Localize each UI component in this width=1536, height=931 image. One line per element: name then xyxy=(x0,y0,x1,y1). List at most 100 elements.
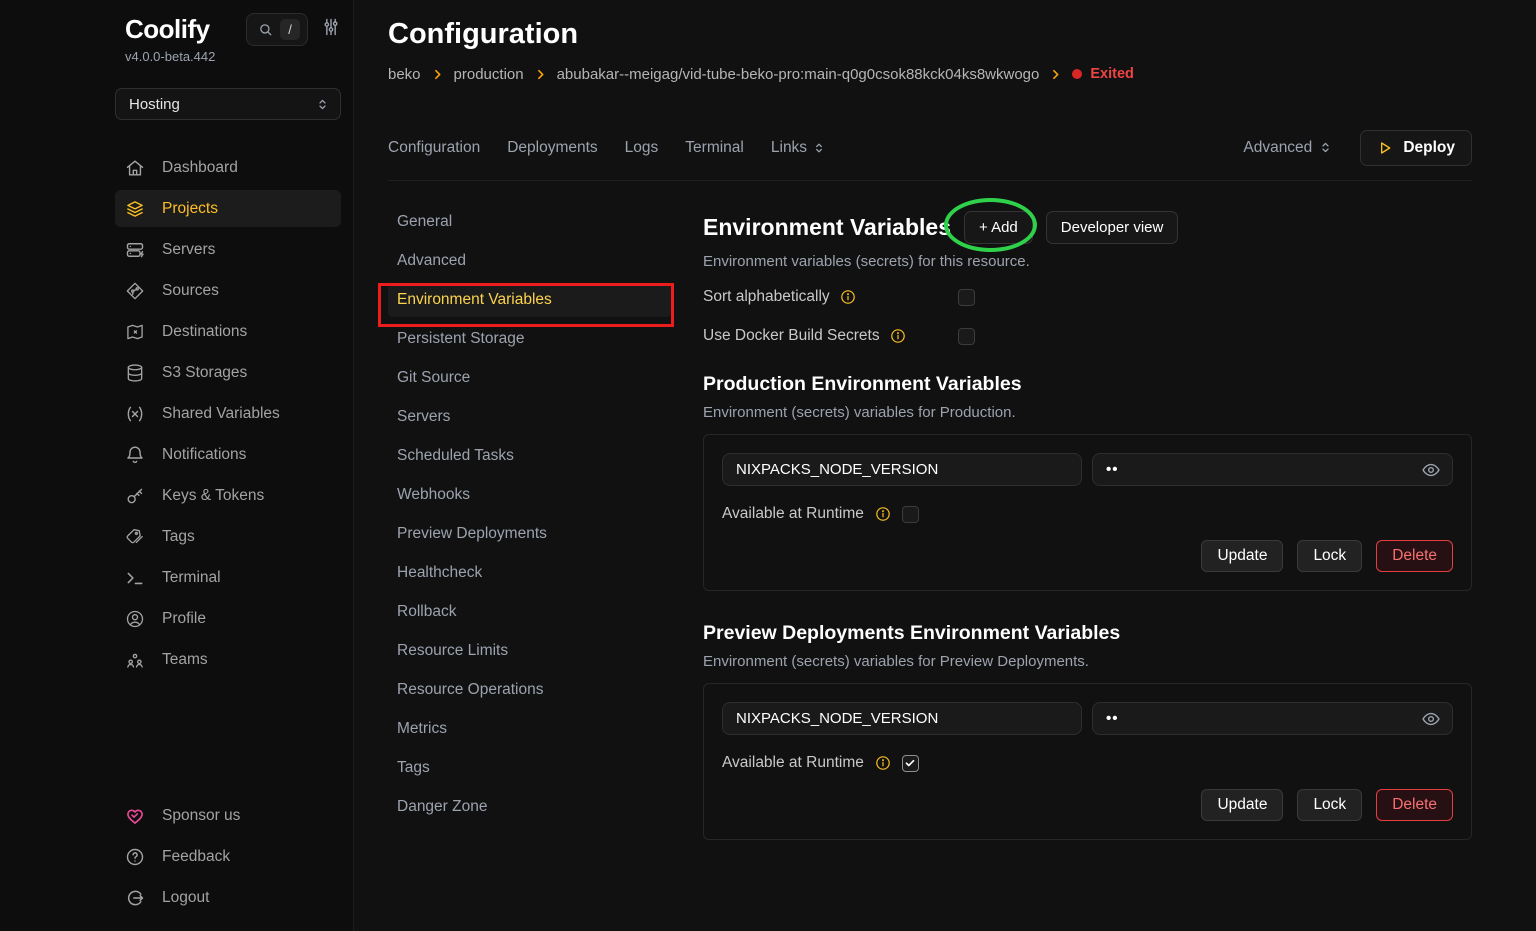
sidebar-item-dashboard[interactable]: Dashboard xyxy=(115,149,341,186)
sidebar-footer: Sponsor us Feedback Logout xyxy=(115,797,341,920)
env-value-input[interactable]: •• xyxy=(1092,453,1453,486)
env-key-input[interactable] xyxy=(722,702,1082,735)
sidebar-item-logout[interactable]: Logout xyxy=(115,879,341,916)
lock-button[interactable]: Lock xyxy=(1297,540,1362,572)
tab-configuration[interactable]: Configuration xyxy=(388,139,480,157)
subnav-scheduled-tasks[interactable]: Scheduled Tasks xyxy=(388,439,672,473)
delete-button[interactable]: Delete xyxy=(1376,540,1453,572)
app-version: v4.0.0-beta.442 xyxy=(115,49,341,64)
terminal-icon xyxy=(125,568,145,588)
chevron-updown-icon xyxy=(315,97,330,112)
docker-build-secrets-checkbox[interactable] xyxy=(958,328,975,345)
sidebar-item-tags[interactable]: Tags xyxy=(115,518,341,555)
available-at-runtime-label: Available at Runtime xyxy=(722,505,864,523)
tag-icon xyxy=(125,527,145,547)
sidebar-item-s3-storages[interactable]: S3 Storages xyxy=(115,354,341,391)
production-env-subtitle: Environment (secrets) variables for Prod… xyxy=(703,404,1472,421)
info-icon xyxy=(890,328,906,344)
info-icon xyxy=(875,755,891,771)
subnav-preview-deployments[interactable]: Preview Deployments xyxy=(388,517,672,551)
status-dot-icon xyxy=(1072,69,1082,79)
sidebar-item-notifications[interactable]: Notifications xyxy=(115,436,341,473)
chevron-updown-icon xyxy=(812,141,826,155)
chevron-right-icon xyxy=(534,68,547,81)
subnav-resource-operations[interactable]: Resource Operations xyxy=(388,673,672,707)
info-icon xyxy=(840,289,856,305)
team-select[interactable]: Hosting xyxy=(115,88,341,120)
search-icon xyxy=(258,22,273,37)
subnav-environment-variables[interactable]: Environment Variables xyxy=(388,283,672,317)
subnav-advanced[interactable]: Advanced xyxy=(388,244,672,278)
server-icon xyxy=(125,240,145,260)
sidebar-item-feedback[interactable]: Feedback xyxy=(115,838,341,875)
tab-deployments[interactable]: Deployments xyxy=(507,139,597,157)
eye-icon[interactable] xyxy=(1421,460,1441,480)
delete-button[interactable]: Delete xyxy=(1376,789,1453,821)
eye-icon[interactable] xyxy=(1421,709,1441,729)
env-value-input[interactable]: •• xyxy=(1092,702,1453,735)
tab-links[interactable]: Links xyxy=(771,139,826,157)
lock-button[interactable]: Lock xyxy=(1297,789,1362,821)
database-icon xyxy=(125,363,145,383)
subnav-rollback[interactable]: Rollback xyxy=(388,595,672,629)
sidebar-item-sources[interactable]: Sources xyxy=(115,272,341,309)
available-at-runtime-checkbox[interactable] xyxy=(902,506,919,523)
play-icon xyxy=(1377,140,1393,156)
status-badge: Exited xyxy=(1072,66,1134,82)
breadcrumb-project[interactable]: beko xyxy=(388,66,421,83)
user-circle-icon xyxy=(125,609,145,629)
developer-view-button[interactable]: Developer view xyxy=(1046,211,1179,244)
subnav-danger-zone[interactable]: Danger Zone xyxy=(388,790,672,824)
tab-terminal[interactable]: Terminal xyxy=(685,139,744,157)
update-button[interactable]: Update xyxy=(1201,789,1283,821)
subnav-persistent-storage[interactable]: Persistent Storage xyxy=(388,322,672,356)
deploy-button[interactable]: Deploy xyxy=(1360,130,1472,166)
tab-logs[interactable]: Logs xyxy=(625,139,659,157)
map-icon xyxy=(125,322,145,342)
sidebar-item-terminal[interactable]: Terminal xyxy=(115,559,341,596)
env-section-title: Environment Variables xyxy=(703,214,951,241)
sidebar-item-profile[interactable]: Profile xyxy=(115,600,341,637)
subnav-servers[interactable]: Servers xyxy=(388,400,672,434)
production-env-title: Production Environment Variables xyxy=(703,373,1472,396)
sidebar-item-projects[interactable]: Projects xyxy=(115,190,341,227)
sort-alphabetically-checkbox[interactable] xyxy=(958,289,975,306)
breadcrumb-resource[interactable]: abubakar--meigag/vid-tube-beko-pro:main-… xyxy=(557,66,1040,83)
sidebar-item-keys-tokens[interactable]: Keys & Tokens xyxy=(115,477,341,514)
settings-sliders-button[interactable] xyxy=(321,17,341,42)
preview-env-title: Preview Deployments Environment Variable… xyxy=(703,622,1472,645)
environment-variables-panel: Environment Variables + Add Developer vi… xyxy=(703,205,1472,840)
subnav-tags[interactable]: Tags xyxy=(388,751,672,785)
subnav-webhooks[interactable]: Webhooks xyxy=(388,478,672,512)
update-button[interactable]: Update xyxy=(1201,540,1283,572)
sidebar-nav: Dashboard Projects Servers Sources Desti… xyxy=(115,149,341,682)
breadcrumb: beko production abubakar--meigag/vid-tub… xyxy=(388,65,1472,83)
page-title: Configuration xyxy=(388,18,1472,50)
available-at-runtime-checkbox[interactable] xyxy=(902,755,919,772)
subnav-metrics[interactable]: Metrics xyxy=(388,712,672,746)
subnav-general[interactable]: General xyxy=(388,205,672,239)
subnav-healthcheck[interactable]: Healthcheck xyxy=(388,556,672,590)
sidebar-item-teams[interactable]: Teams xyxy=(115,641,341,678)
sidebar-item-servers[interactable]: Servers xyxy=(115,231,341,268)
config-subnav: General Advanced Environment Variables P… xyxy=(388,205,672,840)
search-button[interactable]: / xyxy=(246,13,308,46)
bell-icon xyxy=(125,445,145,465)
subnav-resource-limits[interactable]: Resource Limits xyxy=(388,634,672,668)
git-source-icon xyxy=(125,281,145,301)
info-icon xyxy=(875,506,891,522)
add-variable-button[interactable]: + Add xyxy=(964,211,1033,244)
home-icon xyxy=(125,158,145,178)
masked-value: •• xyxy=(1106,710,1119,727)
sidebar-item-shared-variables[interactable]: Shared Variables xyxy=(115,395,341,432)
chevron-right-icon xyxy=(1049,68,1062,81)
sort-alphabetically-label: Sort alphabetically xyxy=(703,288,830,306)
preview-env-card: •• Available at Runtime Update Lock Dele… xyxy=(703,683,1472,840)
env-key-input[interactable] xyxy=(722,453,1082,486)
subnav-git-source[interactable]: Git Source xyxy=(388,361,672,395)
sidebar-item-destinations[interactable]: Destinations xyxy=(115,313,341,350)
layers-icon xyxy=(125,199,145,219)
sidebar-item-sponsor-us[interactable]: Sponsor us xyxy=(115,797,341,834)
advanced-dropdown[interactable]: Advanced xyxy=(1243,139,1333,157)
breadcrumb-environment[interactable]: production xyxy=(454,66,524,83)
